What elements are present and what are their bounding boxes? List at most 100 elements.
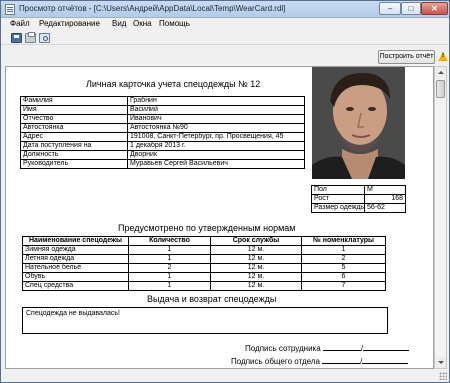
info-label: Должность [20,150,128,160]
physical-data-table: Пол М Рост 168 Размер одежды 56-62 [311,185,406,213]
table-row: Зимняя одежда 1 12 м. 1 [22,245,386,255]
info-label: Фамилия [20,96,128,106]
action-bar: Построить отчёт [1,46,449,66]
norm-service-life: 12 м. [210,263,302,273]
menu-edit[interactable]: Редактирование [39,19,100,28]
info-label: Автостоянка [20,123,128,133]
table-row: Пол М [311,185,406,195]
menu-help[interactable]: Помощь [159,19,190,28]
norm-nomenclature: 1 [301,245,386,255]
print-icon[interactable] [25,32,36,43]
menu-file[interactable]: Файл [10,19,30,28]
table-row: Имя Василий [20,105,305,115]
report-viewer-window: Просмотр отчётов - [C:\Users\Андрей\AppD… [0,0,450,383]
print-preview-icon[interactable] [39,33,50,43]
column-header: Срок службы [210,236,302,246]
vertical-scrollbar[interactable] [434,66,447,369]
table-row: Нательное белье 2 12 м. 5 [22,263,386,273]
info-value: Василий [127,105,305,115]
report-page: Личная карточка учета спецодежды № 12 Фа… [5,66,434,369]
info-value: Муравьев Сергей Васильевич [127,159,305,169]
norm-name: Обувь [22,272,129,282]
employee-info-table: Фамилия Грабнин Имя Василий Отчество Иванов… [20,96,305,169]
close-button[interactable]: ✕ [421,2,448,15]
scroll-down-icon[interactable] [435,357,446,368]
report-app-icon [5,4,15,15]
table-row: Фамилия Грабнин [20,96,305,106]
employee-photo [312,67,405,179]
signature-blank [362,363,409,364]
phys-label: Пол [311,185,365,195]
info-label: Дата поступления на [20,141,128,151]
title-bar: Просмотр отчётов - [C:\Users\Андрей\AppD… [1,1,449,18]
norm-name: Нательное белье [22,263,129,273]
menu-windows[interactable]: Окна [133,19,152,28]
issue-return-text: Спецодежда не выдавалась! [26,310,120,317]
table-row: Должность Дворник [20,150,305,160]
phys-value: 168 [364,194,406,204]
norm-service-life: 12 м. [210,272,302,282]
issue-return-title: Выдача и возврат спецодежды [147,294,277,304]
phys-label: Размер одежды [311,203,365,213]
minimize-button[interactable]: – [379,2,401,15]
table-row: Руководитель Муравьев Сергей Васильевич [20,159,305,169]
table-row: Размер одежды 56-62 [311,203,406,213]
signature-label: Подпись общего отдела [231,357,320,366]
column-header: Наименование спецодежы [22,236,129,246]
norm-nomenclature: 7 [301,281,386,291]
phys-value: 56-62 [364,203,406,213]
save-icon[interactable] [11,33,22,43]
norm-service-life: 12 м. [210,254,302,264]
norm-service-life: 12 м. [210,245,302,255]
norm-name: Летняя одежда [22,254,129,264]
resize-grip-icon[interactable] [439,372,447,380]
status-bar [1,369,449,382]
maximize-button[interactable]: □ [401,2,421,15]
table-row: Автостоянка Автостоянка №90 [20,123,305,133]
column-header: № номенклатуры [301,236,386,246]
table-row: Адрес 191008, Санкт-Петербург, пр. Просве… [20,132,305,142]
menu-view[interactable]: Вид [112,19,126,28]
norm-quantity: 1 [128,281,211,291]
table-row: Летняя одежда 1 12 м. 2 [22,254,386,264]
table-row: Рост 168 [311,194,406,204]
warning-icon [438,52,448,61]
table-row: Дата поступления на 1 декабря 2013 г. [20,141,305,151]
signature-label: Подпись сотрудника [245,344,321,353]
build-report-button[interactable]: Построить отчёт [378,50,435,64]
window-title: Просмотр отчётов - [C:\Users\Андрей\AppD… [19,4,286,13]
info-label: Адрес [20,132,128,142]
norm-nomenclature: 6 [301,272,386,282]
scrollbar-thumb[interactable] [436,80,445,98]
phys-label: Рост [311,194,365,204]
signature-blank [322,350,361,351]
department-signature-line: Подпись общего отдела / [231,357,409,366]
toolbar [1,31,449,45]
phys-value: М [364,185,406,195]
info-label: Имя [20,105,128,115]
norm-nomenclature: 5 [301,263,386,273]
signature-separator: / [360,344,364,353]
norm-name: Спец средства [22,281,129,291]
portrait-image [312,67,405,179]
norm-quantity: 2 [128,263,211,273]
signature-blank [322,363,361,364]
info-value: Дворник [127,150,305,160]
norm-quantity: 1 [128,272,211,282]
norm-quantity: 1 [128,254,211,264]
info-value: 1 декабря 2013 г. [127,141,305,151]
info-value: Иванович [127,114,305,124]
info-value: 191008, Санкт-Петербург, пр. Просвещения… [127,132,305,142]
issue-return-box: Спецодежда не выдавалась! [22,307,388,334]
signature-separator: / [360,357,363,366]
norms-title: Предусмотрено по утвержденным нормам [118,223,296,233]
scroll-up-icon[interactable] [435,67,446,78]
norm-nomenclature: 2 [301,254,386,264]
table-header-row: Наименование спецодежы Количество Срок с… [22,236,386,246]
norm-quantity: 1 [128,245,211,255]
norms-table: Наименование спецодежы Количество Срок с… [22,236,386,291]
norm-name: Зимняя одежда [22,245,129,255]
menu-bar: Файл Редактирование Вид Окна Помощь [1,18,449,31]
signature-blank [363,350,410,351]
info-value: Автостоянка №90 [127,123,305,133]
